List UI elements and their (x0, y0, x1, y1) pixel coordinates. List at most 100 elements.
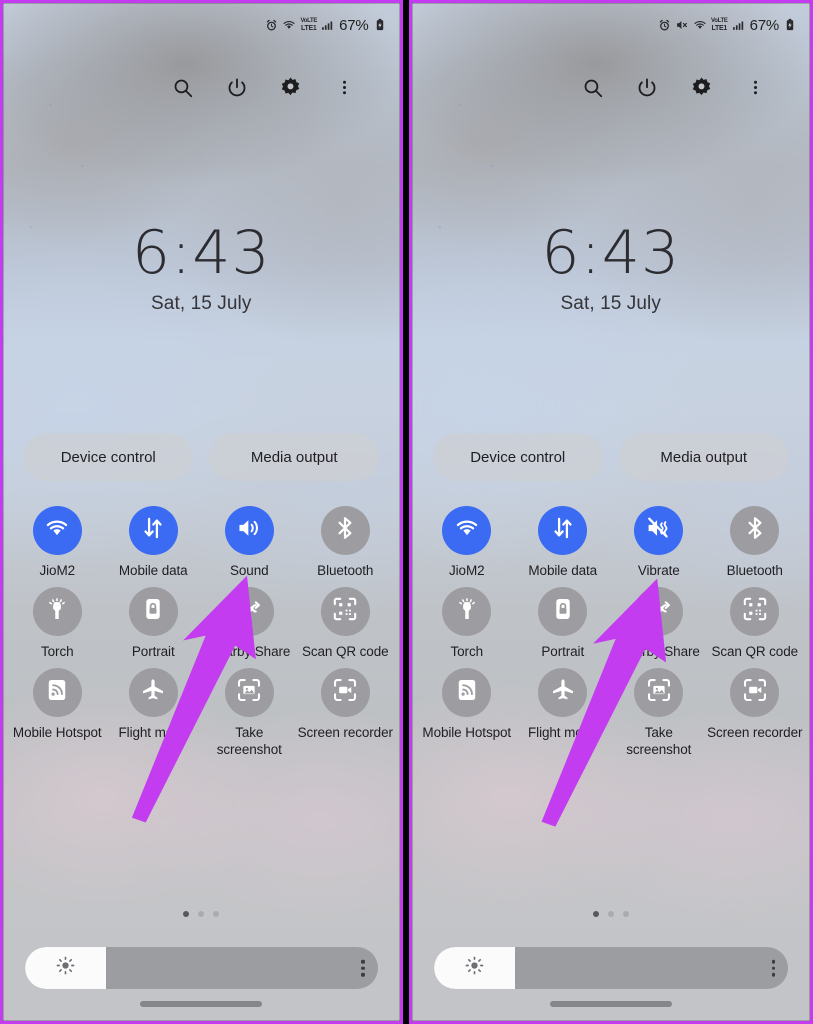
tile-jiom2-circle[interactable] (32, 506, 82, 555)
tile-torch-label: Torch (450, 644, 483, 659)
tile-mobile-data-circle[interactable] (538, 506, 588, 555)
tile-torch[interactable]: Torch (419, 587, 515, 660)
tile-mobile-hotspot[interactable]: Mobile Hotspot (9, 668, 105, 758)
tile-nearby-share[interactable]: Nearby Share (611, 587, 707, 660)
media-output-button[interactable]: Media output (209, 433, 380, 481)
page-dot[interactable] (198, 911, 205, 917)
brightness-slider-container[interactable] (25, 947, 378, 989)
tile-mobile-hotspot-circle[interactable] (442, 668, 492, 717)
tile-scan-qr-code-circle[interactable] (730, 587, 780, 636)
tile-torch-circle[interactable] (442, 587, 492, 636)
tile-bluetooth[interactable]: Bluetooth (297, 506, 393, 579)
tile-flight-mode[interactable]: Flight mode (515, 668, 611, 758)
tile-torch-circle[interactable] (32, 587, 82, 636)
media-output-button[interactable]: Media output (618, 433, 789, 481)
tile-nearby-share-circle[interactable] (224, 587, 274, 636)
wifi-icon (282, 18, 296, 32)
settings-gear-button[interactable] (674, 69, 728, 111)
tile-take-screenshot[interactable]: Take screenshot (201, 668, 297, 758)
tile-scan-qr-code-circle[interactable] (320, 587, 370, 636)
tile-vibrate[interactable]: Vibrate (611, 506, 707, 579)
tile-mobile-data[interactable]: Mobile data (515, 506, 611, 579)
brightness-options-button[interactable] (361, 959, 365, 977)
tile-screen-recorder[interactable]: Screen recorder (297, 668, 393, 758)
status-bar: VoLTE LTE1 67% (3, 3, 400, 47)
brightness-options-button[interactable] (771, 959, 775, 977)
tile-mobile-data-circle[interactable] (128, 506, 178, 555)
volte-icon: VoLTE LTE1 (300, 18, 317, 32)
page-dot[interactable] (607, 911, 614, 917)
tile-jiom2[interactable]: JioM2 (9, 506, 105, 579)
tile-screen-recorder-circle[interactable] (730, 668, 780, 717)
tile-flight-mode-circle[interactable] (538, 668, 588, 717)
tile-flight-mode[interactable]: Flight mode (105, 668, 201, 758)
tile-portrait[interactable]: Portrait (515, 587, 611, 660)
device-control-button[interactable]: Device control (432, 433, 603, 481)
pill-button-row: Device control Media output (412, 433, 811, 481)
tile-portrait-circle[interactable] (128, 587, 178, 636)
qr-code-icon (332, 596, 358, 627)
torch-icon (44, 596, 70, 627)
search-button[interactable] (156, 69, 210, 111)
tile-take-screenshot-circle[interactable] (224, 668, 274, 717)
tile-mobile-data[interactable]: Mobile data (105, 506, 201, 579)
clock-time: 6:43 (541, 218, 681, 288)
tile-bluetooth[interactable]: Bluetooth (707, 506, 803, 579)
tile-portrait[interactable]: Portrait (105, 587, 201, 660)
tile-torch[interactable]: Torch (9, 587, 105, 660)
tile-scan-qr-code[interactable]: Scan QR code (297, 587, 393, 660)
tile-scan-qr-code-label: Scan QR code (301, 644, 389, 659)
device-control-button[interactable]: Device control (23, 433, 194, 481)
mobile-data-icon (550, 515, 576, 546)
tile-sound[interactable]: Sound (201, 506, 297, 579)
mute-icon (675, 18, 689, 32)
home-indicator[interactable] (140, 1001, 263, 1007)
brightness-slider[interactable] (25, 947, 378, 989)
power-button[interactable] (210, 69, 264, 111)
tile-flight-mode-label: Flight mode (528, 725, 598, 740)
tile-portrait-circle[interactable] (538, 587, 588, 636)
page-dot[interactable] (183, 911, 190, 917)
qr-code-icon (742, 596, 768, 627)
phone-panel-left: VoLTE LTE1 67% 6:43 Sat, 15 July Device contr… (0, 0, 403, 1024)
tile-nearby-share-circle[interactable] (634, 587, 684, 636)
tile-jiom2-circle[interactable] (442, 506, 492, 555)
tile-flight-mode-circle[interactable] (128, 668, 178, 717)
tile-nearby-share[interactable]: Nearby Share (201, 587, 297, 660)
tile-mobile-hotspot-circle[interactable] (32, 668, 82, 717)
home-indicator[interactable] (549, 1001, 672, 1007)
battery-icon (373, 18, 387, 32)
brightness-slider[interactable] (433, 947, 788, 989)
overflow-menu-button[interactable] (728, 69, 782, 111)
brightness-slider-container[interactable] (433, 947, 788, 989)
tile-take-screenshot[interactable]: Take screenshot (611, 668, 707, 758)
pill-label: Device control (60, 448, 156, 466)
tile-portrait-label: Portrait (541, 644, 585, 659)
bluetooth-icon (742, 515, 768, 546)
page-dot[interactable] (213, 911, 220, 917)
tile-sound-circle[interactable] (224, 506, 274, 555)
tile-vibrate-circle[interactable] (634, 506, 684, 555)
tile-vibrate-label: Vibrate (637, 563, 680, 578)
tile-screen-recorder[interactable]: Screen recorder (707, 668, 803, 758)
page-dot[interactable] (592, 911, 599, 917)
settings-gear-button[interactable] (264, 69, 318, 111)
page-dot[interactable] (622, 911, 629, 917)
pill-label: Media output (660, 448, 748, 466)
tile-bluetooth-circle[interactable] (320, 506, 370, 555)
brightness-icon (465, 956, 484, 980)
tile-jiom2[interactable]: JioM2 (419, 506, 515, 579)
brightness-slider-fill (433, 947, 516, 989)
tile-scan-qr-code[interactable]: Scan QR code (707, 587, 803, 660)
tile-sound-label: Sound (229, 563, 269, 578)
torch-icon (454, 596, 480, 627)
lock-clock: 6:43 Sat, 15 July (3, 219, 400, 315)
tile-mobile-hotspot[interactable]: Mobile Hotspot (419, 668, 515, 758)
overflow-menu-button[interactable] (318, 69, 372, 111)
tile-bluetooth-circle[interactable] (730, 506, 780, 555)
search-button[interactable] (566, 69, 620, 111)
power-button[interactable] (620, 69, 674, 111)
quick-settings-header (3, 69, 400, 111)
tile-take-screenshot-circle[interactable] (634, 668, 684, 717)
tile-screen-recorder-circle[interactable] (320, 668, 370, 717)
